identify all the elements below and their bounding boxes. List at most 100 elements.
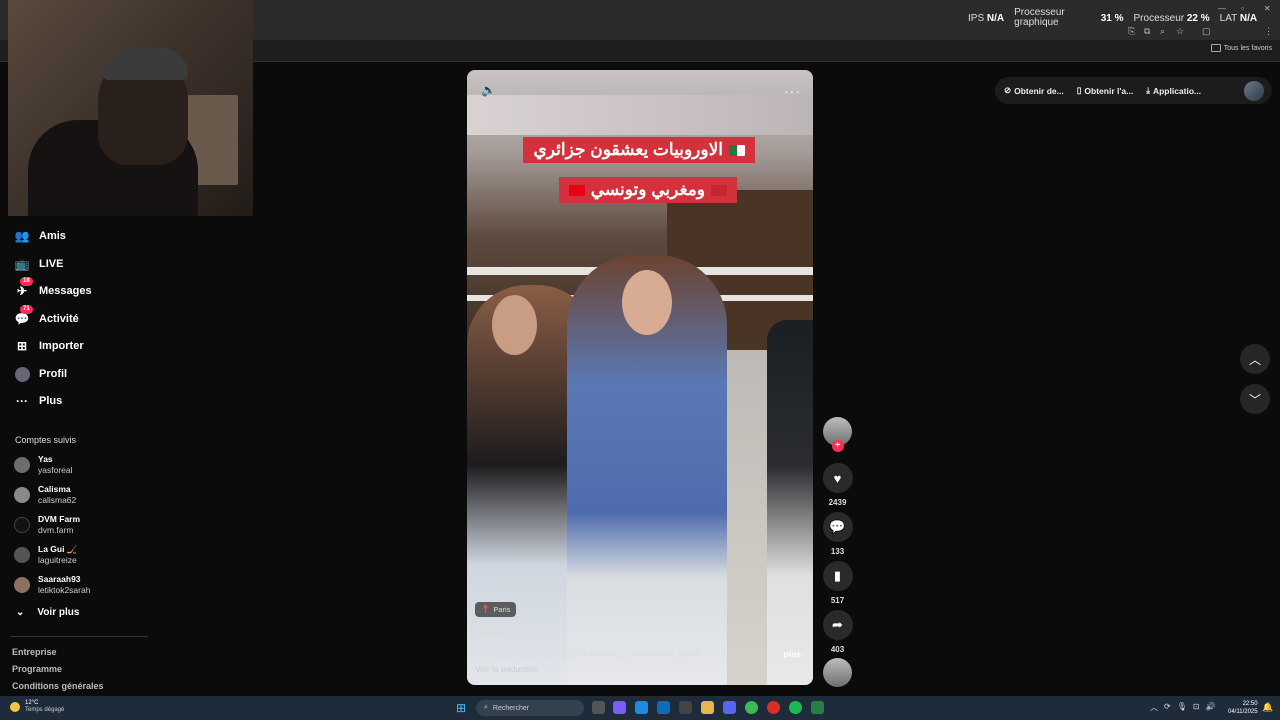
description-more-link[interactable]: plus bbox=[784, 649, 801, 659]
share-arrow-icon: ➦ bbox=[822, 610, 853, 640]
avatar bbox=[14, 517, 30, 533]
store-icon[interactable] bbox=[679, 701, 692, 714]
nav-item-profile[interactable]: Profil bbox=[14, 366, 67, 382]
share-button[interactable]: ➦ 403 bbox=[822, 610, 853, 654]
copilot-icon[interactable] bbox=[613, 701, 626, 714]
footer-link-business[interactable]: Entreprise bbox=[12, 647, 57, 657]
like-button[interactable]: ♥ 2439 bbox=[822, 463, 853, 507]
sidebar-divider bbox=[10, 636, 148, 637]
followed-account[interactable]: La Gui 🏒 laguitreize bbox=[14, 544, 77, 566]
see-more-button[interactable]: ⌄ Voir plus bbox=[16, 607, 79, 618]
followed-accounts-title: Comptes suivis bbox=[15, 435, 77, 445]
weather-widget[interactable]: 12°C Temps dégagé bbox=[10, 700, 64, 714]
followed-account[interactable]: Saaraah93 letiktok2sarah bbox=[14, 574, 90, 596]
bookmarks-folder[interactable]: Tous les favoris bbox=[1210, 44, 1272, 52]
nav-item-messages[interactable]: ✈ 18 Messages bbox=[14, 277, 92, 299]
chevron-down-icon: ﹀ bbox=[1248, 392, 1261, 407]
nav-item-upload[interactable]: ⊞ Importer bbox=[14, 338, 84, 354]
search-icon: ⌕ bbox=[484, 704, 488, 711]
notification-icon[interactable]: 🔔 bbox=[1262, 702, 1273, 713]
network-icon: ⊡ bbox=[1192, 702, 1200, 711]
video-frame-face bbox=[622, 270, 672, 335]
webcam-person-cap bbox=[103, 48, 188, 80]
edge-icon[interactable] bbox=[635, 701, 648, 714]
nav-item-live[interactable]: 📺 LIVE bbox=[14, 256, 64, 272]
video-caption-overlay: الاوروبيات يعشقون جزائري ومغربي وتونسي bbox=[519, 137, 755, 215]
webcam-overlay bbox=[8, 0, 253, 216]
chevron-down-icon: ⌄ bbox=[16, 607, 25, 618]
microphone-icon: 🎙 bbox=[1176, 702, 1187, 711]
previous-video-button[interactable]: ︿ bbox=[1240, 344, 1270, 374]
get-mobile-app-button[interactable]: ▯ Obtenir l'a... bbox=[1077, 85, 1133, 96]
nav-item-friends[interactable]: 👥 Amis bbox=[14, 228, 66, 244]
messages-badge: 18 bbox=[20, 277, 33, 286]
download-icon: ⤓ bbox=[1146, 85, 1150, 95]
more-dots-icon: ··· bbox=[16, 394, 28, 408]
followed-account[interactable]: Yas yasforeal bbox=[14, 454, 73, 476]
file-explorer-icon[interactable] bbox=[701, 701, 714, 714]
start-button[interactable]: ⊞ bbox=[456, 701, 470, 715]
chrome-alt-icon[interactable] bbox=[767, 701, 780, 714]
video-frame-person bbox=[767, 320, 813, 685]
chrome-icon[interactable] bbox=[745, 701, 758, 714]
chevron-up-icon: ︿ bbox=[1248, 352, 1261, 367]
next-video-button[interactable]: ﹀ bbox=[1240, 384, 1270, 414]
weather-icon bbox=[10, 702, 20, 712]
avatar bbox=[14, 577, 30, 593]
system-tray[interactable]: ︿ ⟳ 🎙 ⊡ 🔊 bbox=[1150, 702, 1216, 713]
system-clock[interactable]: 22:50 04/11/2025 bbox=[1228, 700, 1258, 716]
video-player[interactable]: الاوروبيات يعشقون جزائري ومغربي وتونسي 🔈… bbox=[467, 70, 813, 685]
footer-link-terms[interactable]: Conditions générales bbox=[12, 681, 104, 691]
upload-icon: ⊞ bbox=[16, 339, 28, 353]
desktop-icon: ⊘ bbox=[1004, 85, 1012, 95]
save-button[interactable]: ▮ 517 bbox=[822, 561, 853, 605]
footer-link-program[interactable]: Programme bbox=[12, 664, 62, 674]
apps-button[interactable]: ⤓ Applicatio... bbox=[1146, 85, 1201, 96]
volume-icon: 🔊 bbox=[1205, 702, 1216, 711]
video-frame-face bbox=[492, 295, 537, 355]
live-icon: 📺 bbox=[14, 257, 30, 271]
browser-menu-icon[interactable]: ⋮ bbox=[1264, 26, 1273, 37]
activity-badge: 71 bbox=[20, 305, 33, 314]
user-avatar[interactable] bbox=[1244, 80, 1264, 101]
get-desktop-app-button[interactable]: ⊘ Obtenir de... bbox=[1004, 85, 1064, 96]
tray-chevron-icon: ︿ bbox=[1150, 703, 1158, 712]
location-icon: 📍 bbox=[481, 605, 491, 614]
nav-item-more[interactable]: ··· Plus bbox=[14, 393, 62, 409]
lat-stat: LAT N/A bbox=[1219, 12, 1258, 24]
taskbar-search[interactable]: ⌕ Rechercher bbox=[476, 700, 584, 716]
creator-avatar-button[interactable]: + bbox=[822, 417, 853, 452]
avatar bbox=[14, 457, 30, 473]
tunisia-flag-icon bbox=[568, 184, 585, 196]
spotify-icon[interactable] bbox=[789, 701, 802, 714]
performance-overlay: IPS N/A Processeur graphique 31 % Process… bbox=[968, 8, 1257, 28]
cpu-stat: Processeur 22 % bbox=[1133, 12, 1210, 24]
algeria-flag-icon bbox=[729, 144, 745, 156]
followed-account[interactable]: Calisma calisma62 bbox=[14, 484, 76, 506]
close-icon[interactable]: ✕ bbox=[1264, 4, 1271, 13]
comment-icon: 💬 bbox=[822, 512, 853, 542]
video-author[interactable]: rpcdz07 bbox=[475, 627, 513, 638]
more-options-icon[interactable]: ··· bbox=[784, 83, 801, 99]
see-translation-link[interactable]: Voir la traduction bbox=[475, 664, 538, 674]
bookmark-icon: ▮ bbox=[822, 561, 853, 591]
video-frame-awning bbox=[467, 95, 813, 135]
nav-item-activity[interactable]: 💬 71 Activité bbox=[14, 305, 79, 327]
location-chip[interactable]: 📍 Paris bbox=[475, 602, 517, 617]
followed-account[interactable]: DVM Farm dvm.farm bbox=[14, 514, 80, 536]
top-actions-bar: ⊘ Obtenir de... ▯ Obtenir l'a... ⤓ Appli… bbox=[995, 77, 1272, 104]
app-icon[interactable] bbox=[811, 701, 824, 714]
follow-plus-icon[interactable]: + bbox=[831, 440, 844, 452]
volume-icon[interactable]: 🔈 bbox=[481, 83, 496, 97]
task-view-icon[interactable] bbox=[592, 701, 605, 714]
tray-app-icon: ⟳ bbox=[1164, 702, 1171, 711]
outlook-icon[interactable] bbox=[657, 701, 670, 714]
windows-logo-icon: ⊞ bbox=[456, 701, 467, 715]
avatar bbox=[14, 547, 30, 563]
music-disc-button[interactable] bbox=[822, 658, 853, 687]
comment-button[interactable]: 💬 133 bbox=[822, 512, 853, 556]
heart-icon: ♥ bbox=[822, 463, 853, 493]
sound-avatar bbox=[823, 658, 852, 687]
phone-icon: ▯ bbox=[1076, 85, 1082, 95]
discord-icon[interactable] bbox=[723, 701, 736, 714]
